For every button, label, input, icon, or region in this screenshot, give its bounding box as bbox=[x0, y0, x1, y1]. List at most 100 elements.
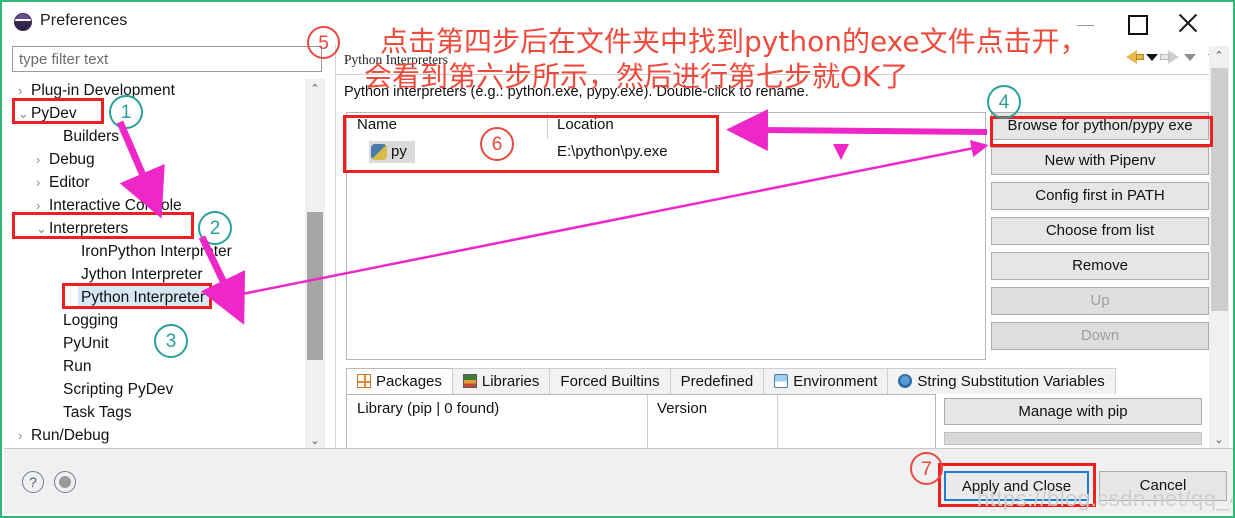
cell-interpreter-location[interactable]: E:\python\py.exe bbox=[557, 141, 668, 163]
tab-packages[interactable]: Packages bbox=[346, 368, 453, 394]
table-header-row: Name Location bbox=[347, 113, 985, 139]
tree-item-interactive-console[interactable]: › Interactive Console bbox=[13, 194, 303, 217]
chevron-right-icon[interactable]: › bbox=[18, 424, 22, 447]
tab-string-substitution-variables[interactable]: String Substitution Variables bbox=[887, 368, 1116, 394]
forward-arrow-body[interactable] bbox=[1160, 54, 1169, 60]
strsub-icon bbox=[898, 374, 913, 388]
new-with-pipenv-button[interactable]: New with Pipenv bbox=[991, 147, 1209, 175]
choose-from-list-button[interactable]: Choose from list bbox=[991, 217, 1209, 245]
tree-item-python-interpreter[interactable]: Python Interpreter bbox=[13, 286, 303, 309]
tree-item-interpreters[interactable]: ⌄ Interpreters bbox=[13, 217, 303, 240]
tree-item-label: Python Interpreter bbox=[78, 286, 209, 309]
tree-item-label: PyDev bbox=[31, 105, 77, 122]
tab-label: Predefined bbox=[680, 373, 754, 390]
maximize-button[interactable] bbox=[1114, 4, 1160, 42]
tab-label: Forced Builtins bbox=[560, 373, 660, 390]
down-button: Down bbox=[991, 322, 1209, 350]
tab-forced-builtins[interactable]: Forced Builtins bbox=[549, 368, 671, 394]
tree-item-label: Debug bbox=[49, 151, 95, 168]
tree-item-jython-interpreter[interactable]: Jython Interpreter bbox=[13, 263, 303, 286]
up-button: Up bbox=[991, 287, 1209, 315]
chevron-right-icon[interactable]: › bbox=[36, 194, 40, 217]
back-chevron-down-icon[interactable] bbox=[1146, 54, 1158, 61]
back-arrow-body[interactable] bbox=[1136, 54, 1144, 60]
tab-label: Libraries bbox=[481, 373, 540, 390]
interpreter-tabs: Packages Libraries Forced Builtins Predefin… bbox=[346, 368, 1206, 394]
tree-item-debug[interactable]: › Debug bbox=[13, 148, 303, 171]
tree-item-scripting-pydev[interactable]: Scripting PyDev bbox=[13, 378, 303, 401]
tree-item-label: Jython Interpreter bbox=[81, 266, 203, 283]
annotation-note-line-1: 点击第四步后在文件夹中找到python的exe文件点击开， bbox=[380, 25, 1088, 58]
tree-item-plug-in-development[interactable]: › Plug-in Development bbox=[13, 79, 303, 102]
tree-item-ironpython-interpreter[interactable]: IronPython Interpreter bbox=[13, 240, 303, 263]
table-row[interactable]: py E:\python\py.exe bbox=[347, 141, 985, 165]
chevron-right-icon[interactable]: › bbox=[18, 79, 22, 102]
remove-button[interactable]: Remove bbox=[991, 252, 1209, 280]
tab-label: String Substitution Variables bbox=[917, 373, 1105, 390]
tree-item-label: Editor bbox=[49, 174, 90, 191]
chevron-right-icon[interactable]: › bbox=[36, 148, 40, 171]
tree-item-task-tags[interactable]: Task Tags bbox=[13, 401, 303, 424]
browse-for-python-pypy-exe-button[interactable]: Browse for python/pypy exe bbox=[991, 112, 1209, 140]
tree-item-pydev[interactable]: ⌄ PyDev bbox=[13, 102, 303, 125]
tree-item-builders[interactable]: Builders bbox=[13, 125, 303, 148]
tab-libraries[interactable]: Libraries bbox=[451, 368, 551, 394]
tree-body[interactable]: › Plug-in Development ⌄ PyDev Builders › Debug… bbox=[13, 79, 303, 451]
environment-icon bbox=[774, 374, 789, 388]
eclipse-sphere-icon bbox=[14, 13, 32, 31]
chevron-right-icon[interactable]: › bbox=[36, 171, 40, 194]
tree-item-label: IronPython Interpreter bbox=[81, 243, 232, 260]
interpreter-actions: Browse for python/pypy exe New with Pipen… bbox=[991, 112, 1209, 357]
annotation-note-line-2: 会看到第六步所示，然后进行第七步就OK了 bbox=[364, 60, 909, 93]
apply-dot-icon[interactable] bbox=[54, 471, 76, 493]
forward-arrow-icon[interactable] bbox=[1168, 50, 1179, 64]
tree-scroll-thumb[interactable] bbox=[307, 212, 323, 360]
packages-column-divider-1[interactable] bbox=[647, 395, 648, 453]
tree-item-label: Run bbox=[63, 358, 92, 375]
panel-scrollbar[interactable]: ⌃ ⌄ bbox=[1209, 46, 1229, 450]
tree-item-label: PyUnit bbox=[63, 335, 109, 352]
packages-icon bbox=[357, 374, 371, 388]
preferences-tree: › Plug-in Development ⌄ PyDev Builders › Debug… bbox=[12, 78, 325, 451]
python-interpreters-panel: Python Interpreters Python interpreters … bbox=[335, 44, 1216, 453]
manage-with-pip-button[interactable]: Manage with pip bbox=[944, 398, 1202, 425]
tab-predefined[interactable]: Predefined bbox=[669, 368, 765, 394]
tree-item-editor[interactable]: › Editor bbox=[13, 171, 303, 194]
tree-item-label: Plug-in Development bbox=[31, 82, 175, 99]
tab-label: Environment bbox=[793, 373, 878, 390]
tree-item-pyunit[interactable]: PyUnit bbox=[13, 332, 303, 355]
column-header-name[interactable]: Name bbox=[357, 116, 397, 133]
tree-item-run-debug[interactable]: › Run/Debug bbox=[13, 424, 303, 447]
forward-chevron-down-icon[interactable] bbox=[1184, 54, 1196, 61]
filter-input[interactable] bbox=[12, 46, 322, 72]
watermark: https://blog.csdn.net/qq_40862118 bbox=[977, 486, 1233, 511]
packages-column-version[interactable]: Version bbox=[657, 400, 707, 417]
chevron-down-icon[interactable]: ⌄ bbox=[36, 217, 47, 240]
packages-column-library[interactable]: Library (pip | 0 found) bbox=[357, 400, 499, 417]
column-header-location[interactable]: Location bbox=[557, 116, 614, 133]
tab-environment[interactable]: Environment bbox=[763, 368, 889, 394]
panel-scroll-up-icon[interactable]: ⌃ bbox=[1209, 46, 1229, 66]
tree-item-run[interactable]: Run bbox=[13, 355, 303, 378]
pip-secondary-button[interactable] bbox=[944, 432, 1202, 445]
tree-scrollbar[interactable]: ⌃ ⌄ bbox=[305, 79, 325, 451]
libraries-icon bbox=[462, 374, 477, 388]
tree-scroll-up-icon[interactable]: ⌃ bbox=[305, 79, 325, 99]
tab-label: Packages bbox=[376, 373, 442, 390]
interpreters-table[interactable]: Name Location py E:\python\py.exe bbox=[346, 112, 986, 360]
config-first-in-path-button[interactable]: Config first in PATH bbox=[991, 182, 1209, 210]
panel-scroll-down-icon[interactable]: ⌄ bbox=[1209, 430, 1229, 450]
tree-item-label: Task Tags bbox=[63, 404, 132, 421]
packages-column-divider-2[interactable] bbox=[777, 395, 778, 453]
tree-item-logging[interactable]: Logging bbox=[13, 309, 303, 332]
chevron-down-icon[interactable]: ⌄ bbox=[18, 102, 29, 125]
column-divider[interactable] bbox=[547, 113, 548, 139]
tree-item-label: Scripting PyDev bbox=[63, 381, 174, 398]
tree-item-label: Interpreters bbox=[49, 220, 129, 237]
packages-list[interactable]: Library (pip | 0 found) Version bbox=[346, 394, 936, 453]
panel-scroll-thumb[interactable] bbox=[1211, 68, 1228, 311]
tree-item-label: Builders bbox=[63, 128, 119, 145]
tree-item-label: Run/Debug bbox=[31, 427, 110, 444]
close-button[interactable] bbox=[1166, 4, 1212, 42]
help-icon[interactable]: ? bbox=[22, 471, 44, 493]
